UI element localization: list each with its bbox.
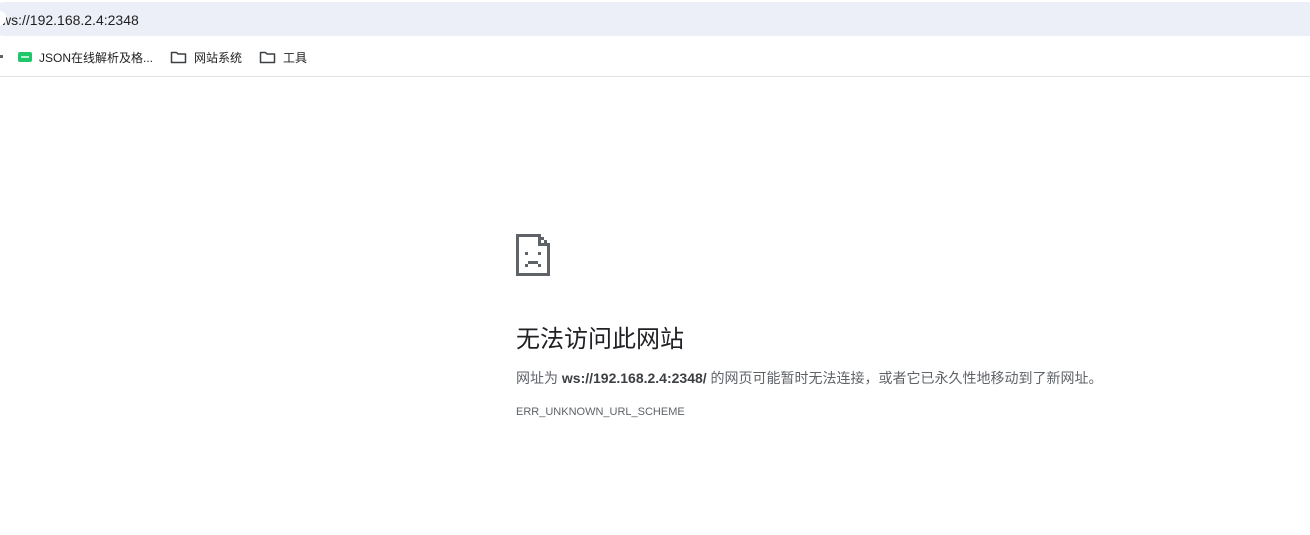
error-page: 无法访问此网站 网址为 ws://192.168.2.4:2348/ 的网页可能…	[516, 234, 1116, 418]
sad-page-icon	[516, 234, 550, 276]
error-desc-url: ws://192.168.2.4:2348/	[561, 370, 707, 386]
bookmark-label: 网站系统	[194, 50, 243, 65]
bookmark-label: 工具	[283, 50, 308, 65]
folder-icon	[170, 51, 187, 64]
bookmarks-overflow-edge	[0, 55, 3, 58]
folder-icon	[259, 51, 276, 64]
bookmark-label: JSON在线解析及格...	[39, 50, 154, 65]
bookmark-folder-website-system[interactable]: 网站系统	[170, 47, 242, 67]
bookmark-json-parser[interactable]: JSON在线解析及格...	[18, 47, 153, 67]
error-desc-prefix: 网址为	[516, 370, 562, 386]
error-code[interactable]: ERR_UNKNOWN_URL_SCHEME	[516, 406, 1116, 418]
omnibox[interactable]: ws://192.168.2.4:2348	[0, 2, 1310, 36]
bookmark-folder-tools[interactable]: 工具	[259, 47, 307, 67]
json-favicon-icon	[18, 52, 32, 62]
error-description: 网址为 ws://192.168.2.4:2348/ 的网页可能暂时无法连接，或…	[516, 366, 1116, 390]
bookmarks-bar: JSON在线解析及格... 网站系统 工具	[0, 38, 1310, 77]
error-title: 无法访问此网站	[516, 326, 684, 353]
address-row: ws://192.168.2.4:2348	[0, 0, 1310, 38]
error-desc-suffix: 的网页可能暂时无法连接，或者它已永久性地移动到了新网址。	[706, 370, 1103, 386]
url-text[interactable]: ws://192.168.2.4:2348	[1, 11, 139, 29]
browser-window: ws://192.168.2.4:2348 JSON在线解析及格... 网站系统…	[0, 0, 1310, 535]
